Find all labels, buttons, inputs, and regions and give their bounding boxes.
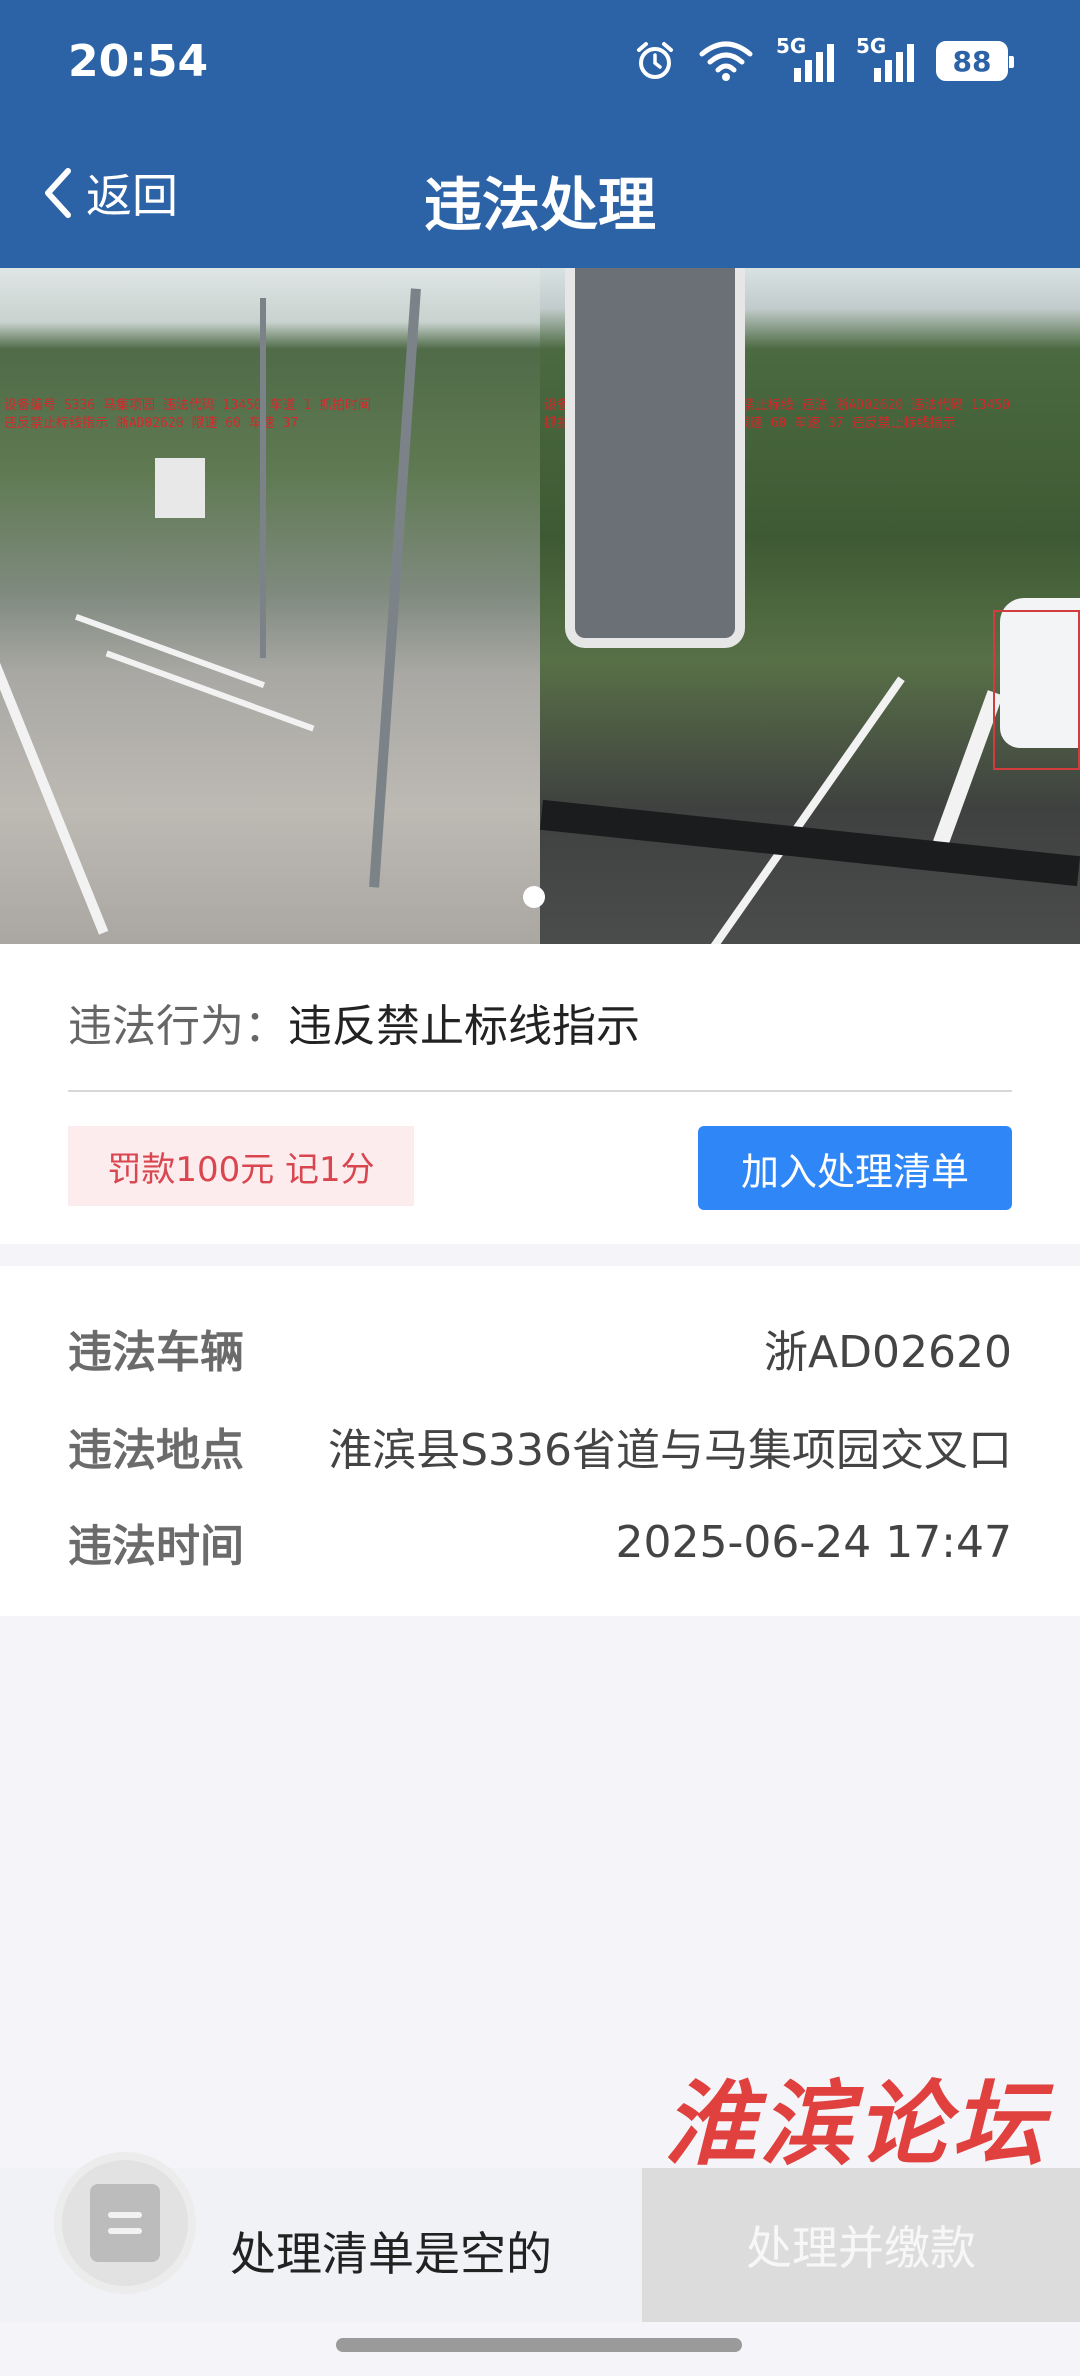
status-icons: 5G 5G 88 bbox=[634, 34, 1014, 84]
page-title: 违法处理 bbox=[423, 171, 656, 239]
status-time: 20:54 bbox=[68, 36, 209, 87]
wifi-icon bbox=[699, 41, 753, 81]
process-list-button[interactable] bbox=[54, 2152, 196, 2294]
time-value: 2025-06-24 17:47 bbox=[615, 1516, 1013, 1568]
violation-photo-1[interactable]: 设备编号 S336 马集项园 违法代码 13450 车道 1 抓拍时间 违反禁止… bbox=[0, 268, 540, 944]
app-header: 20:54 5G 5G 88 返回 违法处理 bbox=[0, 0, 1080, 268]
battery-icon: 88 bbox=[936, 41, 1014, 81]
time-key: 违法时间 bbox=[68, 1521, 244, 1572]
violation-behavior: 违法行为：违反禁止标线指示 bbox=[68, 990, 640, 1054]
vehicle-value: 浙AD02620 bbox=[764, 1327, 1012, 1378]
detail-row-time: 违法时间 2025-06-24 17:47 bbox=[68, 1510, 1012, 1574]
behavior-value: 违反禁止标线指示 bbox=[288, 1001, 640, 1052]
signal-icon: 5G bbox=[856, 34, 914, 84]
signal-icon: 5G bbox=[776, 34, 834, 84]
detail-row-location: 违法地点 淮滨县S336省道与马集项园交叉口 bbox=[68, 1414, 1012, 1478]
forum-watermark: 淮滨论坛 bbox=[664, 2070, 1049, 2178]
process-and-pay-button[interactable]: 处理并缴款 bbox=[642, 2168, 1080, 2322]
add-to-list-button[interactable]: 加入处理清单 bbox=[698, 1126, 1012, 1210]
vehicle-key: 违法车辆 bbox=[68, 1327, 244, 1378]
vehicle-detection-box bbox=[993, 610, 1080, 770]
detail-row-vehicle: 违法车辆 浙AD02620 bbox=[68, 1316, 1012, 1380]
list-empty-text: 处理清单是空的 bbox=[230, 2227, 552, 2281]
carousel-indicator[interactable] bbox=[523, 886, 545, 908]
list-icon bbox=[90, 2184, 160, 2262]
location-value: 淮滨县S336省道与马集项园交叉口 bbox=[328, 1425, 1012, 1476]
location-key: 违法地点 bbox=[68, 1425, 244, 1476]
alarm-icon bbox=[637, 42, 673, 79]
violation-photo-carousel[interactable]: 设备编号 S336 马集项园 违法代码 13450 车道 1 抓拍时间 违反禁止… bbox=[0, 268, 1080, 944]
home-indicator[interactable] bbox=[336, 2338, 742, 2352]
traffic-sign bbox=[565, 268, 745, 648]
fine-tag: 罚款100元 记1分 bbox=[68, 1126, 414, 1206]
behavior-key: 违法行为： bbox=[68, 1001, 288, 1052]
divider bbox=[68, 1090, 1012, 1092]
